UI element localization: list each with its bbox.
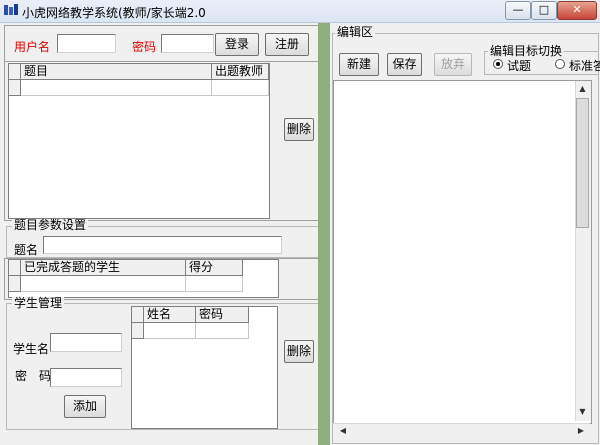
add-student-button[interactable]: 添加: [64, 395, 106, 418]
scroll-thumb[interactable]: [576, 98, 589, 228]
student-password-label: 密 码: [15, 369, 52, 383]
scroll-left-icon[interactable]: ◀: [336, 424, 350, 438]
student-name-label: 学生名: [13, 342, 50, 356]
table-cell[interactable]: [196, 323, 249, 339]
delete-student-button[interactable]: 删除: [284, 340, 314, 363]
column-header-title[interactable]: 题目: [21, 64, 212, 80]
register-button[interactable]: 注册: [265, 33, 309, 56]
window-title: 小虎网络教学系统(教师/家长端2.0: [22, 6, 206, 20]
table-cell[interactable]: [186, 276, 243, 292]
student-password-input[interactable]: [50, 368, 122, 387]
student-name-input[interactable]: [50, 333, 122, 352]
app-logo-icon: [4, 4, 18, 15]
scroll-down-icon[interactable]: ▼: [575, 405, 590, 419]
table-cell[interactable]: [21, 276, 186, 292]
username-label: 用户名: [14, 40, 51, 54]
password-label: 密码: [132, 40, 157, 54]
save-button[interactable]: 保存: [387, 53, 422, 76]
new-button[interactable]: 新建: [339, 53, 379, 76]
close-button[interactable]: ✕: [557, 1, 597, 20]
radio-question[interactable]: [493, 59, 503, 69]
student-table[interactable]: 姓名 密码: [131, 306, 278, 429]
editor-label: 编辑区: [335, 25, 376, 39]
radio-question-label: 试题: [507, 59, 532, 73]
scroll-right-icon[interactable]: ▶: [574, 424, 588, 438]
column-header-teacher[interactable]: 出题教师: [212, 64, 269, 80]
question-name-label: 题名: [14, 243, 39, 257]
question-params-label: 题目参数设置: [12, 218, 89, 232]
delete-question-button[interactable]: 删除: [284, 118, 314, 141]
radio-standard-answer[interactable]: [555, 59, 565, 69]
column-header-name[interactable]: 姓名: [144, 307, 196, 323]
login-button[interactable]: 登录: [215, 33, 259, 56]
question-name-input[interactable]: [43, 236, 282, 254]
column-header-score[interactable]: 得分: [186, 260, 243, 276]
password-input[interactable]: [161, 34, 214, 53]
question-table[interactable]: 题目 出题教师: [8, 63, 270, 219]
editor-text-area[interactable]: [333, 80, 592, 424]
discard-button[interactable]: 放弃: [434, 53, 472, 76]
row-header[interactable]: [9, 80, 21, 96]
table-cell[interactable]: [21, 80, 212, 96]
scroll-up-icon[interactable]: ▲: [575, 82, 590, 96]
completed-students-table[interactable]: 已完成答题的学生 得分: [8, 259, 279, 298]
maximize-button[interactable]: □: [531, 1, 557, 20]
row-header[interactable]: [132, 323, 144, 339]
minimize-button[interactable]: —: [505, 1, 531, 20]
username-input[interactable]: [57, 34, 116, 53]
table-cell[interactable]: [212, 80, 269, 96]
table-cell[interactable]: [144, 323, 196, 339]
panel-splitter[interactable]: [318, 23, 330, 445]
column-header-student[interactable]: 已完成答题的学生: [21, 260, 186, 276]
radio-standard-answer-label: 标准答: [569, 59, 600, 73]
column-header-password[interactable]: 密码: [196, 307, 249, 323]
row-header[interactable]: [9, 276, 21, 292]
horizontal-scrollbar[interactable]: [333, 423, 590, 439]
student-mgmt-label: 学生管理: [12, 296, 65, 310]
